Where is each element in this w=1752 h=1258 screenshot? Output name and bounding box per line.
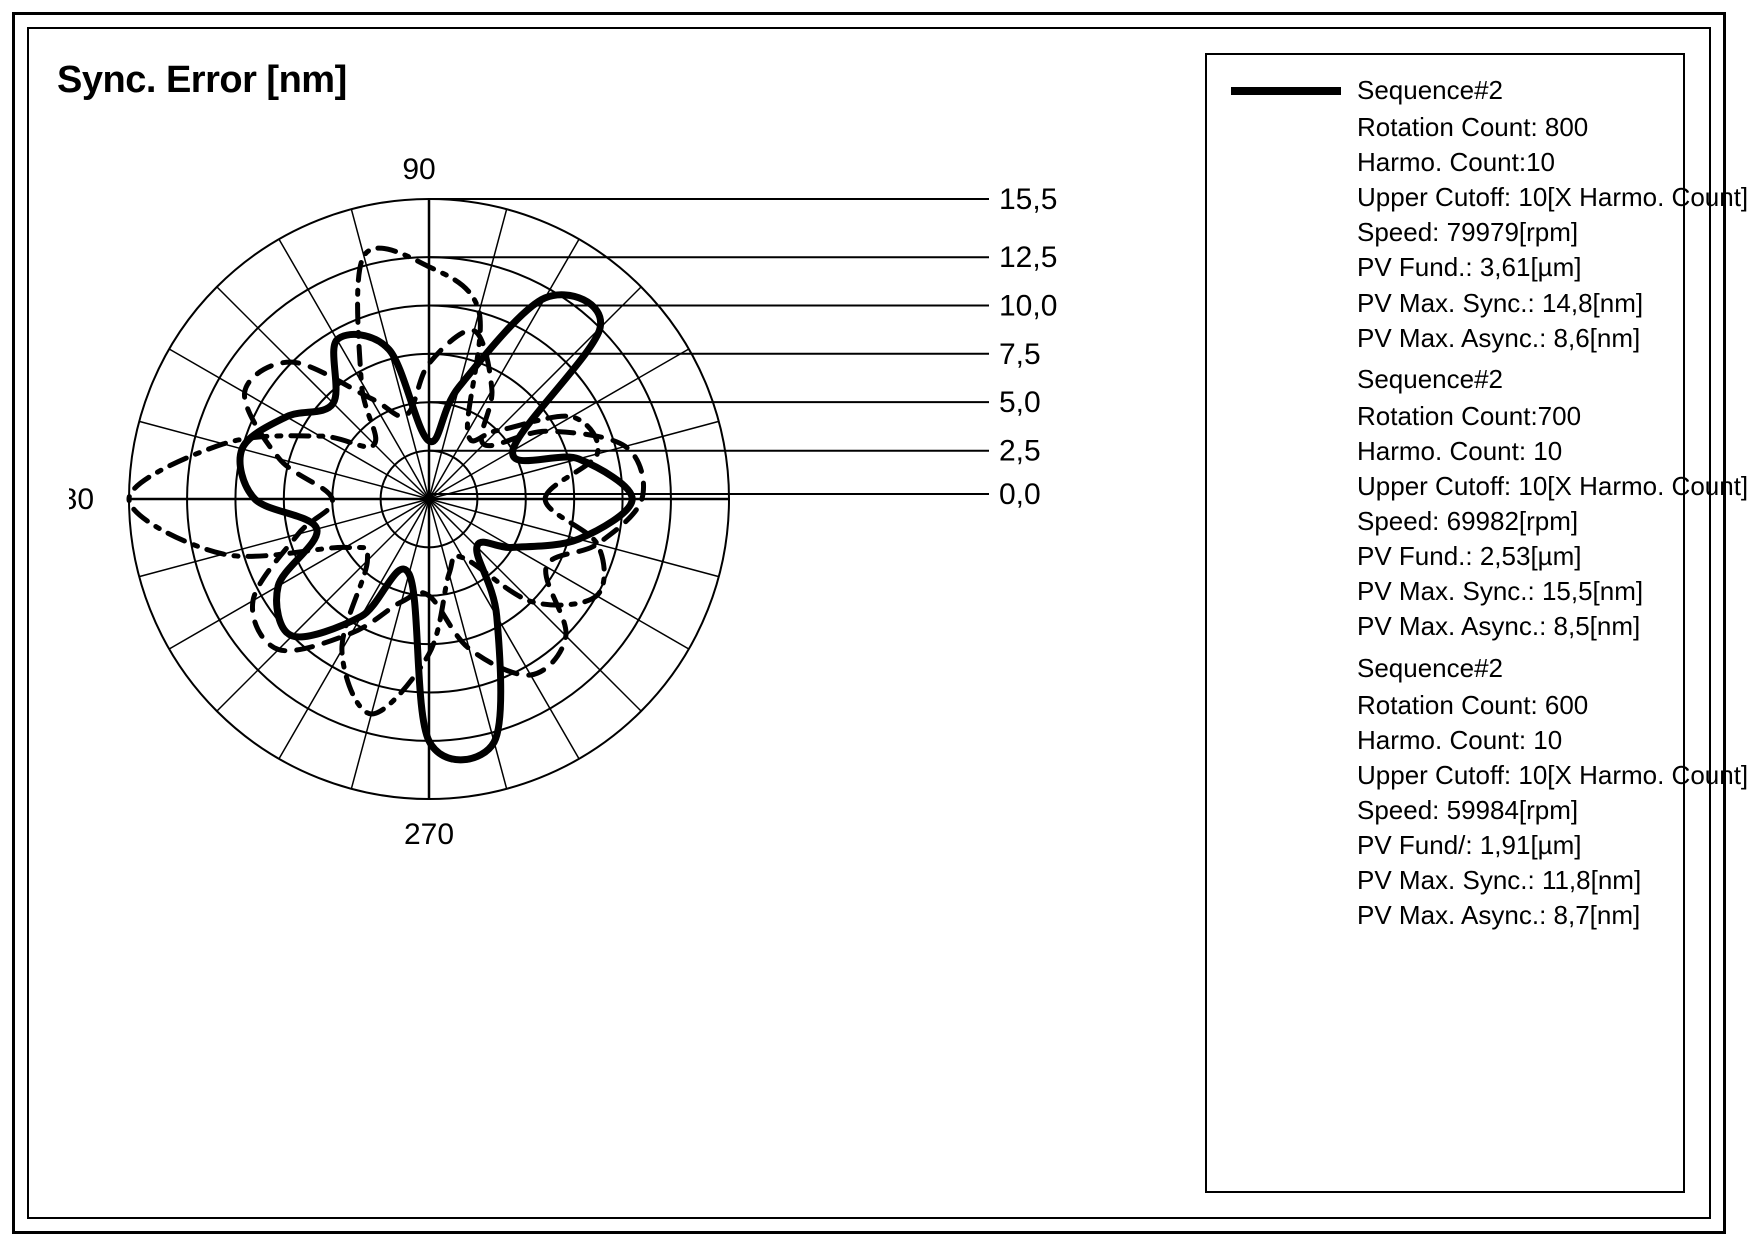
legend-series-name: Sequence#2 — [1357, 651, 1503, 686]
polar-plot-area: 15,5 12,5 10,0 7,5 5,0 2,5 0,0 90 180 270 — [29, 29, 1205, 1217]
ring-label: 7,5 — [999, 338, 1041, 371]
figure-inner-frame: Sync. Error [nm] 15,512,510,07,55,02,50,… — [27, 27, 1711, 1219]
legend-line: PV Fund.: 3,61[µm] — [1357, 250, 1659, 285]
legend-line: PV Max. Async.: 8,6[nm] — [1357, 321, 1659, 356]
legend-series-name: Sequence#2 — [1357, 73, 1503, 108]
legend-swatch-dashed-icon — [1231, 656, 1341, 680]
legend-line: Rotation Count: 600 — [1357, 688, 1659, 723]
legend-line: Harmo. Count:10 — [1357, 145, 1659, 180]
ring-label: 5,0 — [999, 386, 1041, 419]
ring-label: 0,0 — [999, 478, 1041, 511]
figure-outer-frame: Sync. Error [nm] 15,512,510,07,55,02,50,… — [12, 12, 1726, 1234]
legend-line: PV Max. Async.: 8,5[nm] — [1357, 609, 1659, 644]
legend-series: Sequence#2Rotation Count: 600Harmo. Coun… — [1231, 651, 1659, 934]
polar-plot-svg: 15,5 12,5 10,0 7,5 5,0 2,5 0,0 90 180 270 — [69, 99, 1189, 879]
legend-line: Speed: 59984[rpm] — [1357, 793, 1659, 828]
legend-line: Upper Cutoff: 10[X Harmo. Count] — [1357, 469, 1659, 504]
legend-line: PV Max. Sync.: 14,8[nm] — [1357, 286, 1659, 321]
legend-line: PV Max. Sync.: 15,5[nm] — [1357, 574, 1659, 609]
legend-line: PV Max. Sync.: 11,8[nm] — [1357, 863, 1659, 898]
ring-label: 10,0 — [999, 290, 1057, 323]
ring-label: 15,5 — [999, 183, 1057, 216]
legend-line: PV Max. Async.: 8,7[nm] — [1357, 898, 1659, 933]
legend-series-name: Sequence#2 — [1357, 362, 1503, 397]
legend-swatch-dashdot-icon — [1231, 367, 1341, 391]
axis-label-bottom: 270 — [404, 818, 454, 851]
legend-line: PV Fund/: 1,91[µm] — [1357, 828, 1659, 863]
legend-series: Sequence#2Rotation Count: 800Harmo. Coun… — [1231, 73, 1659, 356]
legend-line: Speed: 79979[rpm] — [1357, 215, 1659, 250]
legend-line: Upper Cutoff: 10[X Harmo. Count] — [1357, 758, 1659, 793]
ring-label: 2,5 — [999, 435, 1041, 468]
legend-swatch-solid-icon — [1231, 79, 1341, 103]
legend-series: Sequence#2Rotation Count:700Harmo. Count… — [1231, 362, 1659, 645]
legend-line: Upper Cutoff: 10[X Harmo. Count] — [1357, 180, 1659, 215]
legend-line: Rotation Count:700 — [1357, 399, 1659, 434]
legend-line: Harmo. Count: 10 — [1357, 723, 1659, 758]
legend-panel: Sequence#2Rotation Count: 800Harmo. Coun… — [1205, 53, 1685, 1193]
legend-line: Rotation Count: 800 — [1357, 110, 1659, 145]
legend-line: PV Fund.: 2,53[µm] — [1357, 539, 1659, 574]
legend-line: Harmo. Count: 10 — [1357, 434, 1659, 469]
axis-label-left: 180 — [69, 483, 94, 516]
legend-line: Speed: 69982[rpm] — [1357, 504, 1659, 539]
axis-label-top: 90 — [402, 153, 435, 186]
ring-label: 12,5 — [999, 241, 1057, 274]
